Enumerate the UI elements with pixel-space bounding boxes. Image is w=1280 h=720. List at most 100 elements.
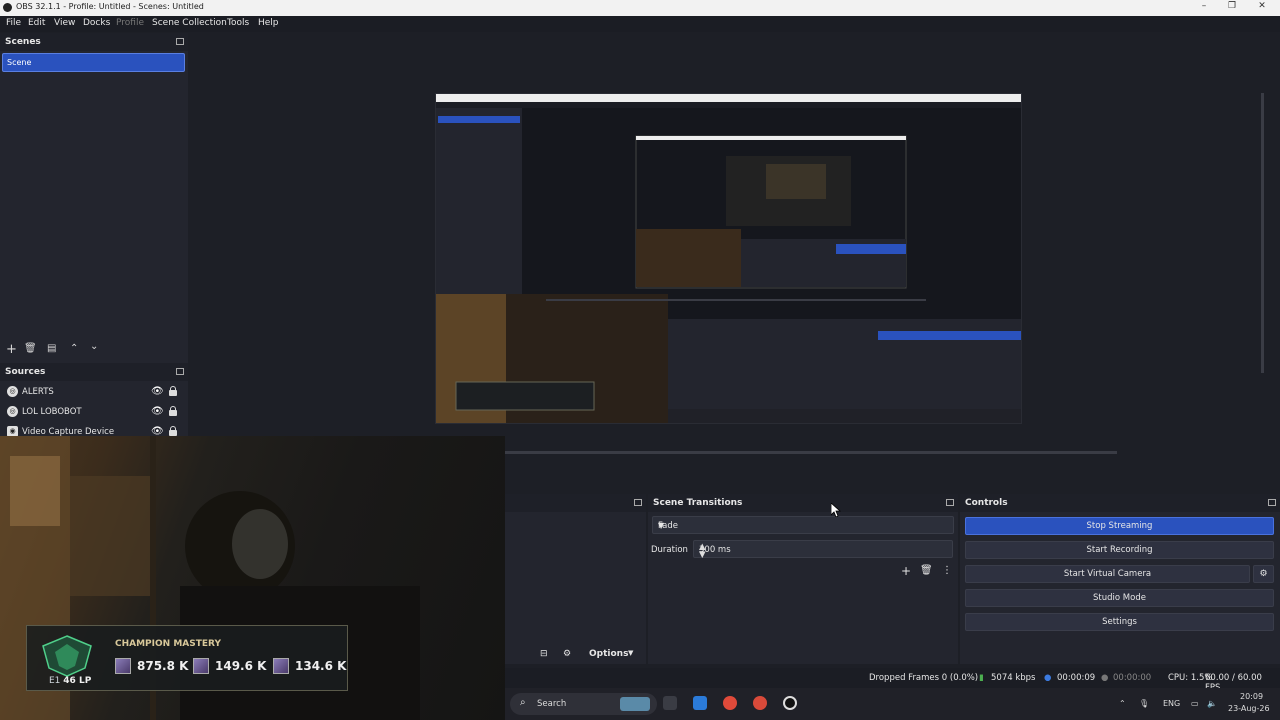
- source-label: LOL LOBOBOT: [22, 407, 82, 417]
- menu-docks[interactable]: Docks: [83, 18, 110, 28]
- preview-scrollbar[interactable]: [1261, 93, 1264, 373]
- dropped-frames: Dropped Frames 0 (0.0%): [869, 673, 979, 683]
- scenes-dock: Scenes Scene + 🗑 ▤ ⌃ ⌄: [0, 33, 188, 363]
- lock-icon[interactable]: [169, 426, 177, 436]
- chevron-up-icon[interactable]: ⌃: [1119, 699, 1126, 708]
- close-button[interactable]: ✕: [1254, 1, 1270, 15]
- search-placeholder: Search: [537, 699, 567, 709]
- search-icon: ⌕: [520, 697, 526, 708]
- float-icon[interactable]: [946, 499, 954, 506]
- task-view-icon[interactable]: [663, 696, 677, 710]
- window-title: OBS 32.1.1 - Profile: Untitled - Scenes:…: [16, 2, 204, 11]
- record-icon: ●: [1101, 673, 1109, 683]
- add-scene-button[interactable]: +: [6, 342, 17, 357]
- champion-mastery-overlay: CHAMPION MASTERY E1 46 LP 875.8 K 149.6 …: [26, 625, 348, 691]
- controls-header: Controls: [960, 494, 1280, 512]
- chrome-icon[interactable]: [723, 696, 737, 710]
- remove-scene-button[interactable]: 🗑: [24, 343, 37, 354]
- volume-icon[interactable]: 🔈: [1207, 699, 1217, 708]
- record-time: 00:00:00: [1113, 673, 1152, 683]
- preview-canvas: [435, 93, 1022, 424]
- scene-filters-button[interactable]: ▤: [47, 343, 56, 354]
- gear-icon[interactable]: ⚙: [1253, 565, 1274, 583]
- lock-icon[interactable]: [169, 406, 177, 416]
- obs-logo-icon: [3, 3, 12, 12]
- visibility-eye-icon[interactable]: 👁: [151, 406, 164, 417]
- stream-time: 00:00:09: [1057, 673, 1096, 683]
- duration-field[interactable]: 300 ms ▲ ▼: [693, 540, 953, 560]
- float-icon[interactable]: [176, 38, 184, 45]
- audio-mixer-dock: ⊟ ⚙ Options ▼: [505, 494, 646, 664]
- chrome-icon[interactable]: [753, 696, 767, 710]
- scene-item-label: Scene: [7, 58, 32, 67]
- chevron-down-icon[interactable]: ▼: [628, 649, 633, 657]
- champion-portrait-2: [193, 658, 209, 674]
- scene-transitions-dock: Scene Transitions Fade ▼ Duration 300 ms…: [648, 494, 958, 664]
- clock-date[interactable]: 23-Aug-26: [1228, 704, 1270, 713]
- menu-edit[interactable]: Edit: [28, 18, 45, 28]
- settings-button[interactable]: Settings: [965, 613, 1274, 631]
- sources-dock-header: Sources: [0, 363, 188, 381]
- nested-obs-preview-image: [436, 94, 1021, 423]
- signal-icon: ▮: [979, 673, 984, 683]
- source-item-alerts[interactable]: ◎ ALERTS 👁: [0, 383, 188, 401]
- scene-transitions-title: Scene Transitions: [653, 498, 743, 508]
- options-button[interactable]: Options: [589, 649, 628, 659]
- menu-tools[interactable]: Tools: [227, 18, 249, 28]
- source-item-lol-lobobot[interactable]: ◎ LOL LOBOBOT 👁: [0, 403, 188, 421]
- minimize-button[interactable]: –: [1196, 1, 1212, 15]
- taskbar: ⌕ Search ⌃ 🎙 ENG ▭ 🔈 20:09 23-Aug-26: [505, 688, 1280, 720]
- float-icon[interactable]: [1268, 499, 1276, 506]
- obs-icon[interactable]: [783, 696, 797, 710]
- mixer-dock-header: [505, 494, 646, 512]
- search-highlight-image: [620, 697, 650, 711]
- taskbar-search[interactable]: ⌕ Search: [510, 693, 657, 715]
- scene-item[interactable]: Scene: [2, 53, 185, 72]
- lock-icon[interactable]: [169, 386, 177, 396]
- maximize-button[interactable]: ❐: [1224, 1, 1240, 15]
- duration-label: Duration: [651, 545, 688, 555]
- scenes-dock-header: Scenes: [0, 33, 188, 51]
- add-transition-button[interactable]: +: [901, 564, 911, 578]
- stream-icon: ●: [1044, 673, 1052, 683]
- more-options-icon[interactable]: ⋮: [942, 565, 952, 576]
- visibility-eye-icon[interactable]: 👁: [151, 386, 164, 397]
- trash-icon[interactable]: 🗑: [920, 565, 933, 576]
- start-virtual-camera-button[interactable]: Start Virtual Camera: [965, 565, 1250, 583]
- clock-time[interactable]: 20:09: [1240, 692, 1263, 701]
- language-indicator[interactable]: ENG: [1163, 699, 1180, 708]
- champion-portrait-3: [273, 658, 289, 674]
- menu-scene-collection[interactable]: Scene Collection: [152, 18, 227, 28]
- chevron-down-icon: ▼: [658, 521, 665, 530]
- menu-file[interactable]: File: [6, 18, 21, 28]
- mastery-rank-lp: E1 46 LP: [49, 676, 92, 686]
- network-icon[interactable]: ▭: [1191, 699, 1199, 708]
- menu-view[interactable]: View: [54, 18, 75, 28]
- gear-icon[interactable]: ⚙: [563, 649, 571, 659]
- mastery-emblem-icon: [42, 635, 92, 677]
- float-icon[interactable]: [634, 499, 642, 506]
- menu-help[interactable]: Help: [258, 18, 279, 28]
- mic-icon[interactable]: 🎙: [1139, 699, 1149, 708]
- preview-h-scrollbar[interactable]: [505, 451, 1117, 454]
- float-icon[interactable]: [176, 368, 184, 375]
- sources-title: Sources: [5, 367, 46, 377]
- app-icon[interactable]: [693, 696, 707, 710]
- studio-mode-button[interactable]: Studio Mode: [965, 589, 1274, 607]
- mixer-layout-icon[interactable]: ⊟: [540, 649, 548, 659]
- move-scene-up-button[interactable]: ⌃: [70, 343, 78, 354]
- stop-streaming-button[interactable]: Stop Streaming: [965, 517, 1274, 535]
- status-bar: Dropped Frames 0 (0.0%) ▮ 5074 kbps ● 00…: [505, 668, 1280, 693]
- globe-icon: ◎: [7, 386, 18, 397]
- spin-down-icon[interactable]: ▼: [699, 550, 949, 560]
- globe-icon: ◎: [7, 406, 18, 417]
- sources-dock: Sources ◎ ALERTS 👁 ◎ LOL LOBOBOT 👁 ◉ Vid…: [0, 363, 188, 438]
- controls-title: Controls: [965, 498, 1008, 508]
- menu-bar: File Edit View Docks Profile Scene Colle…: [0, 16, 1280, 32]
- scene-transitions-header: Scene Transitions: [648, 494, 958, 512]
- menu-profile[interactable]: Profile: [116, 18, 144, 28]
- start-recording-button[interactable]: Start Recording: [965, 541, 1274, 559]
- transition-select[interactable]: Fade ▼: [652, 516, 954, 534]
- source-label: ALERTS: [22, 387, 54, 397]
- move-scene-down-button[interactable]: ⌄: [90, 341, 98, 352]
